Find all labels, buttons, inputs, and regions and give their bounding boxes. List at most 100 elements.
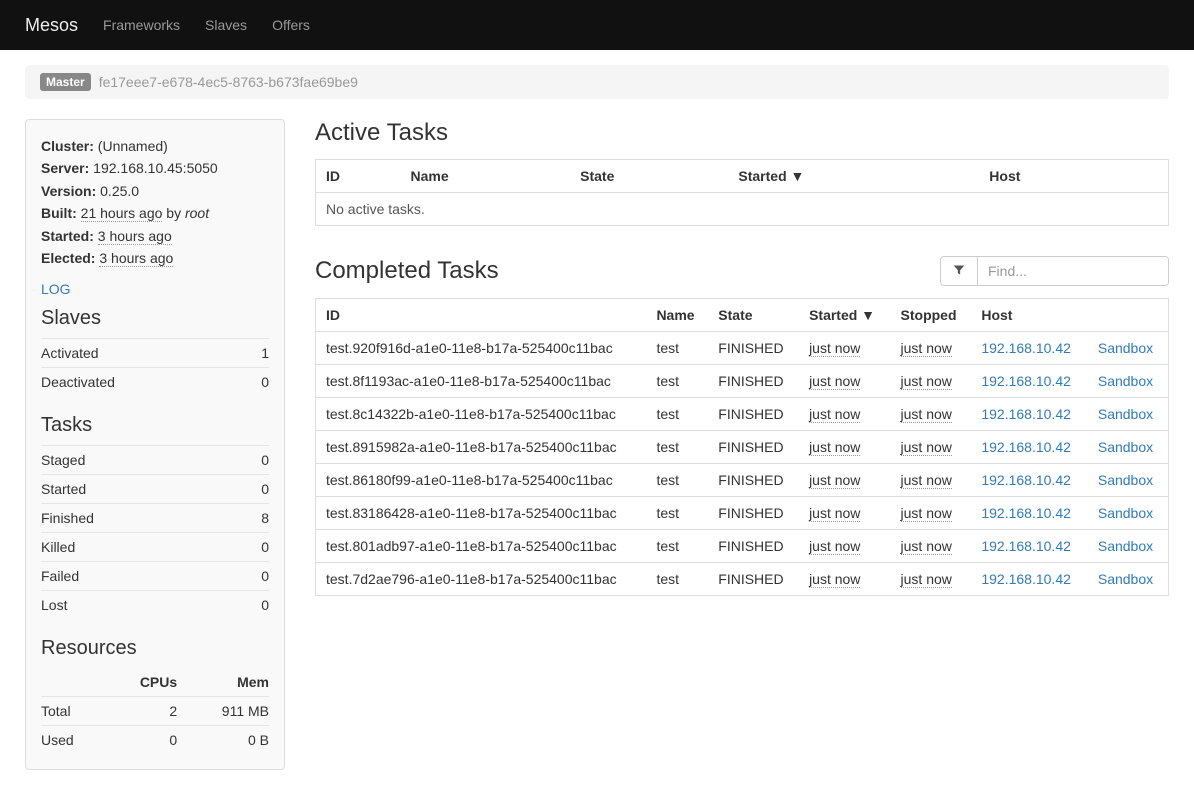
sandbox-link[interactable]: Sandbox bbox=[1098, 538, 1153, 554]
slaves-table: Activated1Deactivated0 bbox=[41, 338, 269, 396]
cell-id: test.8c14322b-a1e0-11e8-b17a-525400c11ba… bbox=[316, 398, 647, 431]
breadcrumb: Master fe17eee7-e678-4ec5-8763-b673fae69… bbox=[25, 65, 1169, 99]
filter-icon bbox=[953, 264, 965, 279]
col-stopped[interactable]: Stopped bbox=[891, 299, 972, 332]
cell-name: test bbox=[646, 332, 708, 365]
sandbox-link[interactable]: Sandbox bbox=[1098, 505, 1153, 521]
cell-name: test bbox=[646, 497, 708, 530]
col-host[interactable]: Host bbox=[979, 160, 1128, 193]
col-state[interactable]: State bbox=[708, 299, 799, 332]
table-row: test.801adb97-a1e0-11e8-b17a-525400c11ba… bbox=[316, 530, 1169, 563]
cell-sandbox: Sandbox bbox=[1088, 398, 1169, 431]
elected-info: Elected: 3 hours ago bbox=[41, 247, 269, 269]
table-row: test.86180f99-a1e0-11e8-b17a-525400c11ba… bbox=[316, 464, 1169, 497]
col-sandbox bbox=[1088, 299, 1169, 332]
cell-host: 192.168.10.42 bbox=[971, 530, 1088, 563]
cell-name: test bbox=[646, 431, 708, 464]
col-started[interactable]: Started ▼ bbox=[799, 299, 890, 332]
col-started[interactable]: Started ▼ bbox=[728, 160, 979, 193]
sandbox-link[interactable]: Sandbox bbox=[1098, 373, 1153, 389]
cell-name: test bbox=[646, 530, 708, 563]
cell-stopped: just now bbox=[891, 398, 972, 431]
stat-label: Killed bbox=[41, 533, 240, 562]
cluster-info: Cluster: (Unnamed) bbox=[41, 135, 269, 157]
stat-value: 0 bbox=[247, 368, 269, 397]
sandbox-link[interactable]: Sandbox bbox=[1098, 571, 1153, 587]
col-id[interactable]: ID bbox=[316, 160, 401, 193]
sandbox-link[interactable]: Sandbox bbox=[1098, 340, 1153, 356]
cell-host: 192.168.10.42 bbox=[971, 497, 1088, 530]
res-cpus: 0 bbox=[105, 726, 178, 755]
log-link[interactable]: LOG bbox=[41, 281, 269, 297]
cell-stopped: just now bbox=[891, 563, 972, 596]
tasks-heading: Tasks bbox=[41, 414, 269, 437]
cell-state: FINISHED bbox=[708, 431, 799, 464]
sandbox-link[interactable]: Sandbox bbox=[1098, 406, 1153, 422]
cell-started: just now bbox=[799, 464, 890, 497]
sandbox-link[interactable]: Sandbox bbox=[1098, 472, 1153, 488]
cell-sandbox: Sandbox bbox=[1088, 332, 1169, 365]
cell-id: test.83186428-a1e0-11e8-b17a-525400c11ba… bbox=[316, 497, 647, 530]
table-row: test.8c14322b-a1e0-11e8-b17a-525400c11ba… bbox=[316, 398, 1169, 431]
table-row: test.83186428-a1e0-11e8-b17a-525400c11ba… bbox=[316, 497, 1169, 530]
cell-id: test.86180f99-a1e0-11e8-b17a-525400c11ba… bbox=[316, 464, 647, 497]
stat-value: 1 bbox=[247, 339, 269, 368]
cell-name: test bbox=[646, 365, 708, 398]
host-link[interactable]: 192.168.10.42 bbox=[981, 505, 1071, 521]
cell-state: FINISHED bbox=[708, 332, 799, 365]
table-row: test.8f1193ac-a1e0-11e8-b17a-525400c11ba… bbox=[316, 365, 1169, 398]
res-mem: 0 B bbox=[177, 726, 269, 755]
cell-started: just now bbox=[799, 365, 890, 398]
cell-started: just now bbox=[799, 431, 890, 464]
cell-stopped: just now bbox=[891, 464, 972, 497]
host-link[interactable]: 192.168.10.42 bbox=[981, 373, 1071, 389]
col-name[interactable]: Name bbox=[401, 160, 571, 193]
stat-label: Activated bbox=[41, 339, 247, 368]
host-link[interactable]: 192.168.10.42 bbox=[981, 472, 1071, 488]
cell-name: test bbox=[646, 563, 708, 596]
cell-started: just now bbox=[799, 398, 890, 431]
tasks-table: Staged0Started0Finished8Killed0Failed0Lo… bbox=[41, 445, 269, 619]
stat-label: Lost bbox=[41, 591, 240, 620]
cell-host: 192.168.10.42 bbox=[971, 464, 1088, 497]
cell-sandbox: Sandbox bbox=[1088, 497, 1169, 530]
sandbox-link[interactable]: Sandbox bbox=[1098, 439, 1153, 455]
col-host[interactable]: Host bbox=[971, 299, 1088, 332]
nav-brand[interactable]: Mesos bbox=[25, 15, 78, 36]
col-id[interactable]: ID bbox=[316, 299, 647, 332]
sidebar: Cluster: (Unnamed) Server: 192.168.10.45… bbox=[25, 119, 285, 770]
host-link[interactable]: 192.168.10.42 bbox=[981, 439, 1071, 455]
col-state[interactable]: State bbox=[570, 160, 728, 193]
cell-state: FINISHED bbox=[708, 530, 799, 563]
stat-value: 0 bbox=[240, 446, 269, 475]
col-actions bbox=[1129, 160, 1169, 193]
host-link[interactable]: 192.168.10.42 bbox=[981, 340, 1071, 356]
cell-state: FINISHED bbox=[708, 398, 799, 431]
nav-link-slaves[interactable]: Slaves bbox=[205, 17, 247, 33]
cell-sandbox: Sandbox bbox=[1088, 530, 1169, 563]
cell-name: test bbox=[646, 464, 708, 497]
cell-id: test.8f1193ac-a1e0-11e8-b17a-525400c11ba… bbox=[316, 365, 647, 398]
table-row: test.7d2ae796-a1e0-11e8-b17a-525400c11ba… bbox=[316, 563, 1169, 596]
col-name[interactable]: Name bbox=[646, 299, 708, 332]
host-link[interactable]: 192.168.10.42 bbox=[981, 571, 1071, 587]
cell-state: FINISHED bbox=[708, 497, 799, 530]
filter-button[interactable] bbox=[941, 257, 978, 285]
nav-link-offers[interactable]: Offers bbox=[272, 17, 310, 33]
started-info: Started: 3 hours ago bbox=[41, 225, 269, 247]
cell-stopped: just now bbox=[891, 332, 972, 365]
filter-group bbox=[940, 256, 1169, 286]
cell-host: 192.168.10.42 bbox=[971, 398, 1088, 431]
find-input[interactable] bbox=[978, 257, 1168, 285]
cell-name: test bbox=[646, 398, 708, 431]
cell-id: test.920f916d-a1e0-11e8-b17a-525400c11ba… bbox=[316, 332, 647, 365]
main-content: Active Tasks ID Name State Started ▼ Hos… bbox=[315, 119, 1169, 770]
nav-link-frameworks[interactable]: Frameworks bbox=[103, 17, 180, 33]
host-link[interactable]: 192.168.10.42 bbox=[981, 406, 1071, 422]
stat-value: 0 bbox=[240, 591, 269, 620]
slaves-heading: Slaves bbox=[41, 307, 269, 330]
stat-value: 0 bbox=[240, 533, 269, 562]
cell-stopped: just now bbox=[891, 497, 972, 530]
built-info: Built: 21 hours ago by root bbox=[41, 202, 269, 224]
host-link[interactable]: 192.168.10.42 bbox=[981, 538, 1071, 554]
